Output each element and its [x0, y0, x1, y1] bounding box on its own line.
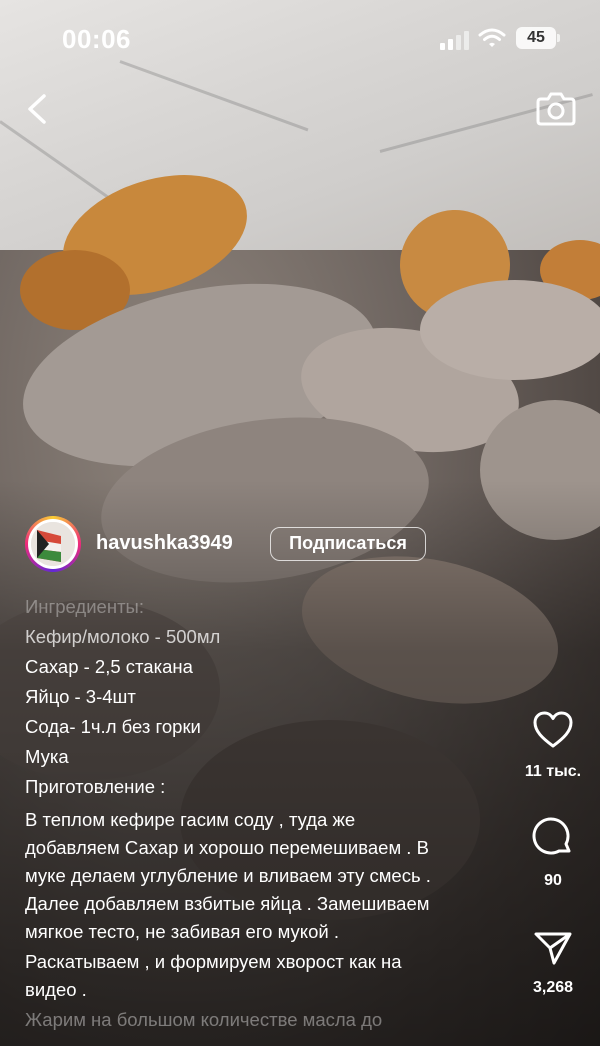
comment-icon[interactable] [513, 817, 593, 864]
caption-line: Кефир/молоко - 500мл [25, 626, 221, 647]
description-line: Жарим на большом количестве масла до [25, 1009, 383, 1030]
pastry-piece [420, 280, 600, 380]
caption-line: Сода- 1ч.л без горки [25, 716, 201, 737]
reel-viewer: 00:06 45 havushka3949 Подписаться Ингред… [0, 0, 600, 1046]
caption-description: В теплом кефире гасим соду , туда же доб… [25, 806, 495, 1034]
follow-button[interactable]: Подписаться [270, 527, 426, 561]
description-line: муке делаем углубление и вливаем эту сме… [25, 865, 431, 886]
username[interactable]: havushka3949 [96, 532, 233, 555]
avatar-image [31, 522, 75, 566]
description-line: добавляем Сахар и хорошо перемешиваем . … [25, 837, 429, 858]
caption-line: Яйцо - 3-4шт [25, 686, 136, 707]
description-line: мягкое тесто, не забивая его мукой . [25, 921, 339, 942]
description-line: Раскатываем , и формируем хворост как на [25, 951, 402, 972]
status-time: 00:06 [62, 24, 131, 54]
caption-line: Приготовление : [25, 776, 166, 797]
share-count: 3,268 [532, 979, 574, 996]
caption-line: Мука [25, 746, 69, 767]
camera-icon[interactable] [536, 90, 576, 126]
description-line: Далее добавляем взбитые яйца . Замешивае… [25, 893, 430, 914]
heart-icon[interactable] [513, 710, 593, 755]
cellular-signal-icon [440, 30, 470, 50]
avatar[interactable] [25, 516, 81, 572]
caption-line: Сахар - 2,5 стакана [25, 656, 193, 677]
battery-indicator: 45 [516, 27, 560, 49]
send-icon[interactable] [513, 930, 593, 971]
description-line: видео . [25, 979, 87, 1000]
wifi-icon [478, 27, 506, 54]
description-line: В теплом кефире гасим соду , туда же [25, 809, 356, 830]
caption[interactable]: Ингредиенты: Кефир/молоко - 500мл Сахар … [25, 592, 495, 1034]
like-count: 11 тыс. [524, 763, 582, 780]
comment-action[interactable]: 90 [513, 817, 593, 890]
caption-line: Ингредиенты: [25, 596, 144, 617]
like-action[interactable]: 11 тыс. [513, 710, 593, 781]
status-bar: 00:06 45 [0, 0, 600, 80]
comment-count: 90 [544, 872, 562, 889]
share-action[interactable]: 3,268 [513, 930, 593, 997]
back-arrow-icon[interactable] [22, 92, 54, 126]
